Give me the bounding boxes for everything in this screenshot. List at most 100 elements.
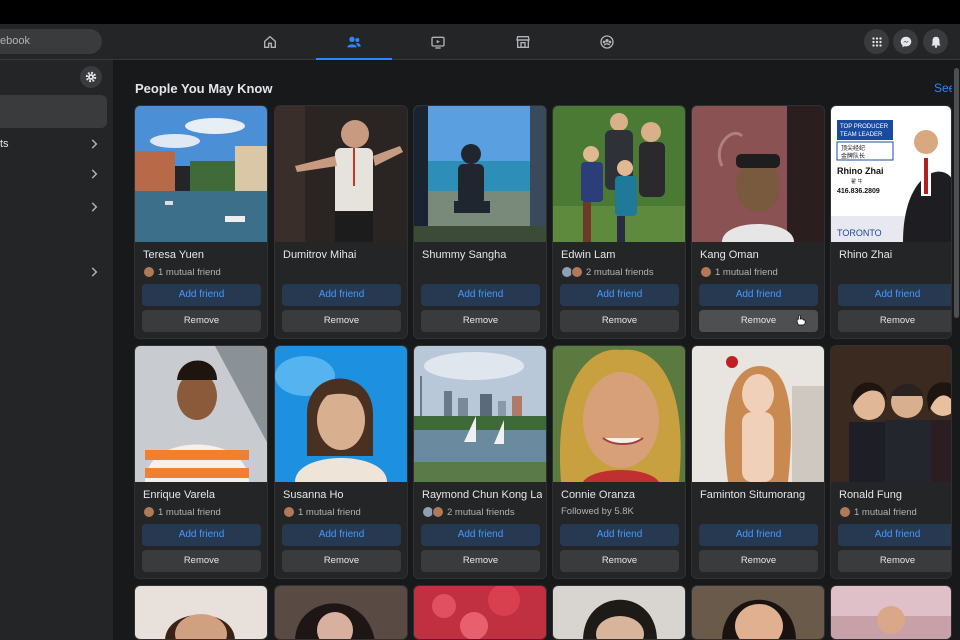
remove-button[interactable]: Remove <box>142 550 261 572</box>
add-friend-button[interactable]: Add friend <box>142 284 261 306</box>
remove-button[interactable]: Remove <box>421 550 540 572</box>
person-name[interactable]: Faminton Situmorang <box>700 489 820 501</box>
add-friend-button[interactable]: Add friend <box>282 524 401 546</box>
person-name[interactable]: Enrique Varela <box>143 489 263 501</box>
profile-photo[interactable] <box>692 586 825 640</box>
add-friend-button[interactable]: Add friend <box>421 284 540 306</box>
profile-photo[interactable] <box>275 106 408 242</box>
profile-photo[interactable] <box>275 586 408 640</box>
profile-photo[interactable] <box>553 106 686 242</box>
person-name[interactable]: Kang Oman <box>700 249 820 261</box>
person-name[interactable]: Susanna Ho <box>283 489 403 501</box>
add-friend-button[interactable]: Add friend <box>560 524 679 546</box>
remove-button[interactable]: Remove <box>560 310 679 332</box>
sidebar-item-suggestions[interactable] <box>0 158 107 191</box>
person-card: Kang Oman 1 mutual friend Add friend Rem… <box>691 105 825 339</box>
person-name[interactable]: Dumitrov Mihai <box>283 249 403 261</box>
profile-photo[interactable] <box>135 106 268 242</box>
profile-photo[interactable] <box>831 586 952 640</box>
add-friend-button[interactable]: Add friend <box>699 524 818 546</box>
sidebar-item-all-friends[interactable] <box>0 191 107 224</box>
search-input[interactable]: ebook <box>0 29 102 54</box>
person-name[interactable]: Shummy Sangha <box>422 249 542 261</box>
chevron-right-icon <box>91 169 98 179</box>
add-friend-button[interactable]: Add friend <box>282 284 401 306</box>
person-card: Connie Oranza Followed by 5.8K Add frien… <box>552 345 686 579</box>
menu-button[interactable] <box>864 29 889 54</box>
profile-photo[interactable] <box>553 346 686 482</box>
profile-photo[interactable] <box>275 346 408 482</box>
profile-photo[interactable] <box>414 586 547 640</box>
person-card <box>274 585 408 640</box>
add-friend-button[interactable]: Add friend <box>560 284 679 306</box>
photo-sign-text: 翟 牛 <box>851 178 863 185</box>
sidebar-item-requests[interactable]: ts <box>0 128 107 161</box>
scrollbar-thumb[interactable] <box>954 68 959 318</box>
mutual-friends: 1 mutual friend <box>700 266 778 278</box>
person-name[interactable]: Ronald Fung <box>839 489 951 501</box>
photo-sign-text: 顶尖经纪 <box>841 144 865 152</box>
add-friend-button[interactable]: Add friend <box>838 524 951 546</box>
remove-button[interactable]: Remove <box>421 310 540 332</box>
marketplace-icon <box>516 36 530 48</box>
person-card <box>134 585 268 640</box>
chevron-right-icon <box>91 139 98 149</box>
remove-button[interactable]: Remove <box>282 310 401 332</box>
mutual-friends: 1 mutual friend <box>143 506 221 518</box>
tab-groups[interactable] <box>569 24 645 60</box>
person-card: Susanna Ho 1 mutual friend Add friend Re… <box>274 345 408 579</box>
remove-button[interactable]: Remove <box>838 310 951 332</box>
person-name[interactable]: Edwin Lam <box>561 249 681 261</box>
profile-photo[interactable] <box>692 346 825 482</box>
mutual-friends: Followed by 5.8K <box>561 506 634 517</box>
profile-photo[interactable] <box>553 586 686 640</box>
mutual-avatar <box>839 506 851 518</box>
person-name[interactable]: Connie Oranza <box>561 489 681 501</box>
os-top-bar <box>0 0 960 24</box>
sidebar-item-home[interactable] <box>0 95 107 128</box>
person-name[interactable]: Rhino Zhai <box>839 249 951 261</box>
profile-photo[interactable]: TOP PRODUCER TEAM LEADER 顶尖经纪 金牌队长 Rhino… <box>831 106 952 242</box>
remove-button[interactable]: Remove <box>282 550 401 572</box>
profile-photo[interactable] <box>692 106 825 242</box>
remove-button[interactable]: Remove <box>838 550 951 572</box>
tab-friends[interactable] <box>316 24 392 60</box>
mutual-friends: 1 mutual friend <box>143 266 221 278</box>
person-name[interactable]: Teresa Yuen <box>143 249 263 261</box>
photo-sign-text: 金牌队长 <box>841 152 865 160</box>
page-scrollbar[interactable] <box>952 60 960 640</box>
bell-icon <box>930 36 941 48</box>
add-friend-button[interactable]: Add friend <box>838 284 951 306</box>
person-card: TOP PRODUCER TEAM LEADER 顶尖经纪 金牌队长 Rhino… <box>830 105 952 339</box>
remove-button[interactable]: Remove <box>560 550 679 572</box>
add-friend-button[interactable]: Add friend <box>142 524 261 546</box>
settings-button[interactable] <box>80 66 102 88</box>
person-name[interactable]: Raymond Chun Kong Lai <box>422 489 542 501</box>
mutual-avatar <box>143 266 155 278</box>
person-card <box>691 585 825 640</box>
chevron-right-icon <box>91 267 98 277</box>
sidebar-item-custom-lists[interactable] <box>0 256 107 289</box>
messenger-button[interactable] <box>893 29 918 54</box>
tab-marketplace[interactable] <box>485 24 561 60</box>
person-card <box>413 585 547 640</box>
mutual-friends: 2 mutual friends <box>422 506 515 518</box>
top-navbar: ebook <box>0 24 960 60</box>
remove-button[interactable]: Remove <box>699 550 818 572</box>
profile-photo[interactable] <box>135 346 268 482</box>
add-friend-button[interactable]: Add friend <box>421 524 540 546</box>
person-card: Edwin Lam 2 mutual friends Add friend Re… <box>552 105 686 339</box>
tab-home[interactable] <box>232 24 308 60</box>
profile-photo[interactable] <box>414 106 547 242</box>
profile-photo[interactable] <box>414 346 547 482</box>
photo-sign-text: 416.836.2809 <box>837 188 880 195</box>
profile-photo[interactable] <box>831 346 952 482</box>
add-friend-button[interactable]: Add friend <box>699 284 818 306</box>
person-card: Shummy Sangha Add friend Remove <box>413 105 547 339</box>
notifications-button[interactable] <box>923 29 948 54</box>
remove-button[interactable]: Remove <box>142 310 261 332</box>
photo-sign-text: TEAM LEADER <box>840 132 883 138</box>
profile-photo[interactable] <box>135 586 268 640</box>
tab-watch[interactable] <box>400 24 476 60</box>
home-icon <box>264 35 276 48</box>
